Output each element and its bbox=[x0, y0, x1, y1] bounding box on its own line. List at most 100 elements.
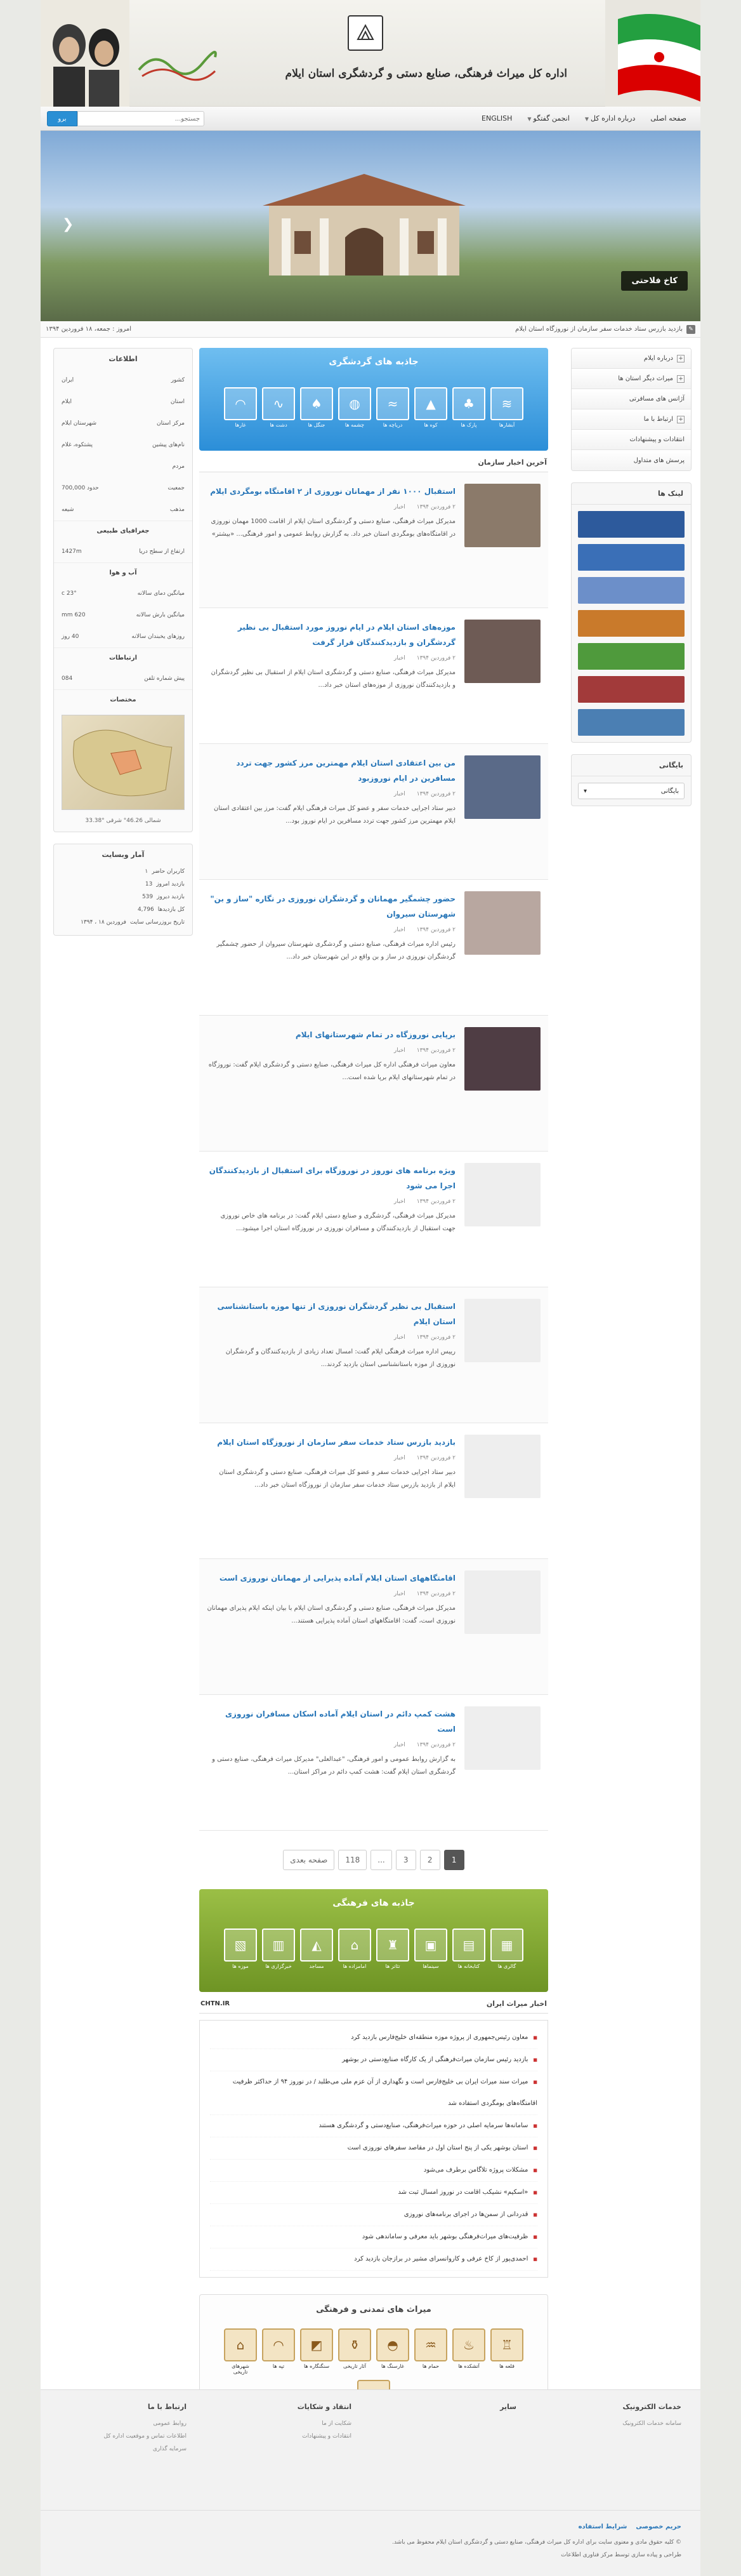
news-category[interactable]: اخبار bbox=[394, 1591, 405, 1597]
footer-link[interactable]: اطلاعات تماس و موقعیت اداره کل bbox=[60, 2430, 187, 2443]
search-input[interactable] bbox=[77, 111, 204, 126]
attraction-item[interactable]: ♨ آتشکده ها bbox=[452, 2328, 485, 2375]
iran-news-item[interactable]: استان بوشهر یکی از پنج استان اول در مقاص… bbox=[210, 2137, 537, 2160]
link-banner[interactable] bbox=[578, 511, 685, 538]
news-title[interactable]: من بین اعتقادی استان ایلام مهمترین مرز ک… bbox=[207, 755, 456, 786]
archive-select[interactable]: بایگانی ▾ bbox=[578, 783, 685, 799]
side-menu-item[interactable]: آژانس های مسافرتی bbox=[572, 389, 691, 409]
attraction-item[interactable]: ≋ آبشارها bbox=[490, 387, 523, 428]
attraction-item[interactable]: ♜ تئاتر ها bbox=[376, 1929, 409, 1969]
attraction-item[interactable]: ◓ غارسنگ ها bbox=[376, 2328, 409, 2375]
link-banner[interactable] bbox=[578, 676, 685, 703]
news-category[interactable]: اخبار bbox=[394, 791, 405, 797]
iran-news-site[interactable]: CHTN.IR bbox=[200, 2000, 230, 2007]
attraction-item[interactable]: ⌂ شهرهای تاریخی bbox=[224, 2328, 257, 2375]
attraction-item[interactable]: ⌂ امامزاده ها bbox=[338, 1929, 371, 1969]
news-thumbnail[interactable] bbox=[464, 1299, 541, 1362]
attraction-item[interactable]: ▤ کتابخانه ها bbox=[452, 1929, 485, 1969]
nav-home[interactable]: صفحه اصلی bbox=[643, 114, 694, 123]
page-link[interactable]: 1 bbox=[443, 1850, 464, 1870]
news-category[interactable]: اخبار bbox=[394, 1455, 405, 1461]
news-thumbnail[interactable] bbox=[464, 484, 541, 547]
news-title[interactable]: بازدید بازرس ستاد خدمات سفر سازمان از نو… bbox=[207, 1435, 456, 1450]
footer-bottom-link[interactable]: شرایط استفاده bbox=[579, 2521, 627, 2533]
attraction-item[interactable]: ♣ پارک ها bbox=[452, 387, 485, 428]
iran-news-item[interactable]: معاون رئیس‌جمهوری از پروژه موزه منطقه‌ای… bbox=[210, 2027, 537, 2049]
attraction-item[interactable]: ◠ غارها bbox=[224, 387, 257, 428]
footer-link[interactable]: انتقادات و پیشنهادات bbox=[225, 2430, 351, 2443]
attraction-item[interactable]: ♖ قلعه ها bbox=[490, 2328, 523, 2375]
next-page-button[interactable]: صفحه بعدی bbox=[283, 1850, 335, 1870]
attraction-item[interactable]: ▦ گالری ها bbox=[490, 1929, 523, 1969]
link-banner[interactable] bbox=[578, 577, 685, 604]
news-category[interactable]: اخبار bbox=[394, 1334, 405, 1341]
ticker-headline[interactable]: بازدید بازرس ستاد خدمات سفر سازمان از نو… bbox=[515, 326, 683, 333]
news-thumbnail[interactable] bbox=[464, 1570, 541, 1634]
page-link[interactable]: 2 bbox=[419, 1850, 440, 1870]
link-banner[interactable] bbox=[578, 643, 685, 670]
iran-news-item[interactable]: بازدید رئیس سازمان میراث‌فرهنگی از یک کا… bbox=[210, 2049, 537, 2071]
link-banner[interactable] bbox=[578, 544, 685, 571]
attraction-item[interactable]: ▲ کوه ها bbox=[414, 387, 447, 428]
news-thumbnail[interactable] bbox=[464, 755, 541, 819]
nav-english[interactable]: ENGLISH bbox=[474, 114, 520, 123]
footer-link[interactable]: روابط عمومی bbox=[60, 2417, 187, 2430]
news-category[interactable]: اخبار bbox=[394, 504, 405, 510]
iran-news-item[interactable]: میراث سند میراث ایران بی خلیج‌فارس است و… bbox=[210, 2071, 537, 2115]
footer-bottom-link[interactable]: حریم خصوصی bbox=[636, 2521, 681, 2533]
search-button[interactable]: برو bbox=[47, 111, 77, 126]
iran-news-item[interactable]: «اسکیم» نشیکب اقامت در نوروز امسال ثبت ش… bbox=[210, 2182, 537, 2204]
news-title[interactable]: اقامتگاههای استان ایلام آماده پذیرایی از… bbox=[207, 1570, 456, 1586]
iran-news-item[interactable]: قدردانی از سمن‌ها در اجرای برنامه‌های نو… bbox=[210, 2204, 537, 2226]
attraction-item[interactable]: ◭ مساجد bbox=[300, 1929, 333, 1969]
attraction-item[interactable]: ◩ سنگنگاره ها bbox=[300, 2328, 333, 2375]
news-category[interactable]: اخبار bbox=[394, 927, 405, 933]
news-thumbnail[interactable] bbox=[464, 1163, 541, 1226]
news-title[interactable]: ویژه برنامه های نوروز در نوروزگاه برای ا… bbox=[207, 1163, 456, 1193]
news-category[interactable]: اخبار bbox=[394, 655, 405, 661]
iran-news-item[interactable]: احمدی‌پور از کاخ عرفی و کاروانسرای مشیر … bbox=[210, 2248, 537, 2271]
news-thumbnail[interactable] bbox=[464, 891, 541, 955]
footer-link[interactable]: سامانه خدمات الکترونیک bbox=[554, 2417, 681, 2430]
nav-about[interactable]: درباره اداره کل▼ bbox=[577, 114, 643, 123]
footer-link[interactable]: سرمایه گذاری bbox=[60, 2443, 187, 2455]
nav-forum[interactable]: انجمن گفتگو▼ bbox=[520, 114, 577, 123]
page-link[interactable]: ... bbox=[370, 1850, 392, 1870]
side-menu-item[interactable]: + ارتباط با ما bbox=[572, 409, 691, 430]
news-thumbnail[interactable] bbox=[464, 1027, 541, 1091]
news-title[interactable]: برپایی نوروزگاه در تمام شهرستانهای ایلام bbox=[207, 1027, 456, 1042]
news-title[interactable]: موزه‌های استان ایلام در ایام نوروز مورد … bbox=[207, 620, 456, 650]
attraction-item[interactable]: ▣ سینماها bbox=[414, 1929, 447, 1969]
attraction-item[interactable]: ♠ جنگل ها bbox=[300, 387, 333, 428]
news-title[interactable]: حضور چشمگیر مهمانان و گردشگران نوروزی در… bbox=[207, 891, 456, 922]
attraction-item[interactable]: ⚱ آثار تاریخی bbox=[338, 2328, 371, 2375]
side-menu-item[interactable]: + میراث دیگر استان ها bbox=[572, 369, 691, 389]
attraction-item[interactable]: ▧ موزه ها bbox=[224, 1929, 257, 1969]
link-banner[interactable] bbox=[578, 610, 685, 637]
attraction-item[interactable]: ♒ حمام ها bbox=[414, 2328, 447, 2375]
news-category[interactable]: اخبار bbox=[394, 1198, 405, 1205]
hero-slider[interactable]: ❮ کاخ فلاحتی bbox=[41, 131, 700, 321]
link-banner[interactable] bbox=[578, 709, 685, 736]
attraction-item[interactable]: ≈ دریاچه ها bbox=[376, 387, 409, 428]
iran-news-item[interactable]: سامانه‌ها سرمایه اصلی در حوزه میراث‌فرهن… bbox=[210, 2115, 537, 2137]
side-menu-item[interactable]: + درباره ایلام bbox=[572, 349, 691, 369]
news-title[interactable]: هشت کمپ دائم در استان ایلام آماده اسکان … bbox=[207, 1706, 456, 1737]
news-category[interactable]: اخبار bbox=[394, 1047, 405, 1054]
attraction-item[interactable]: ▥ خبرگزاری ها bbox=[262, 1929, 295, 1969]
news-category[interactable]: اخبار bbox=[394, 1742, 405, 1748]
iran-news-item[interactable]: ظرفیت‌های میراث‌فرهنگی بوشهر باید معرفی … bbox=[210, 2226, 537, 2248]
attraction-item[interactable]: ◠ تپه ها bbox=[262, 2328, 295, 2375]
iran-news-item[interactable]: مشکلات پروژه تلاگامن برطرف می‌شود bbox=[210, 2160, 537, 2182]
attraction-item[interactable]: ∿ دشت ها bbox=[262, 387, 295, 428]
news-title[interactable]: استقبال ۱۰۰۰ نفر از مهمانان نوروزی از ۲ … bbox=[207, 484, 456, 499]
page-link[interactable]: 3 bbox=[395, 1850, 416, 1870]
news-thumbnail[interactable] bbox=[464, 1435, 541, 1498]
news-thumbnail[interactable] bbox=[464, 620, 541, 683]
news-thumbnail[interactable] bbox=[464, 1706, 541, 1770]
side-menu-item[interactable]: انتقادات و پیشنهادات bbox=[572, 430, 691, 450]
page-link[interactable]: 118 bbox=[338, 1850, 367, 1870]
slider-prev-arrow-icon[interactable]: ❮ bbox=[62, 216, 74, 232]
news-title[interactable]: استقبال بی نظیر گردشگران نوروزی از تنها … bbox=[207, 1299, 456, 1329]
footer-link[interactable]: شکایت از ما bbox=[225, 2417, 351, 2430]
